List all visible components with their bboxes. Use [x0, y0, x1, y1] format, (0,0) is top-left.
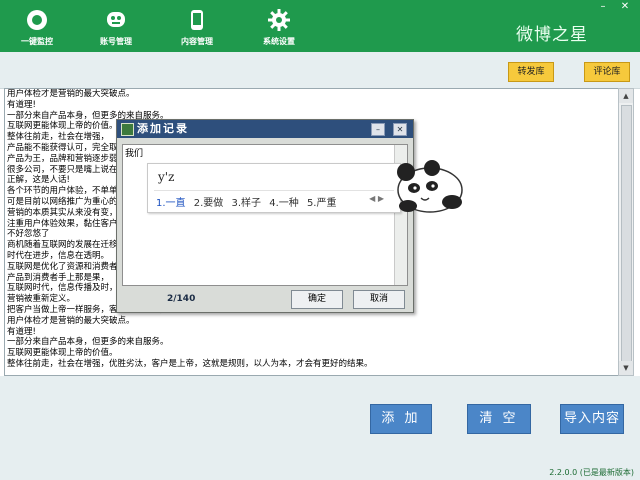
add-record-dialog: 添加记录 – ✕ 我们 2/140 确定 取消: [116, 119, 414, 313]
ime-page-nav[interactable]: ◀ ▶: [369, 194, 384, 203]
toolbar-item-label: 一键監控: [21, 37, 53, 46]
content-line: 用户体检才是营销的最大突破点。: [7, 315, 135, 326]
comment-library-button[interactable]: 评论库: [584, 62, 630, 82]
dialog-minimize-button[interactable]: –: [371, 123, 385, 136]
window-close-button[interactable]: ✕: [618, 2, 632, 12]
content-line: 用户体检才是营销的最大突破点。: [7, 89, 135, 99]
ime-candidate-window: y'z 1.一直 2.要做 3.样子 4.一种 5.严重 ◀ ▶: [147, 163, 401, 213]
panda-ime-skin-icon: [397, 160, 463, 213]
monitor-icon: [27, 10, 47, 30]
robot-account-icon: [107, 12, 125, 27]
toolbar-item-label: 系统设置: [263, 37, 295, 46]
scroll-up-icon[interactable]: ▲: [619, 89, 633, 103]
bottom-panel: [0, 376, 640, 480]
gear-icon: [268, 9, 290, 31]
ime-candidate[interactable]: 5.严重: [307, 198, 337, 209]
dialog-title-bar[interactable]: 添加记录 – ✕: [117, 120, 413, 138]
ime-candidate-list: 1.一直 2.要做 3.样子 4.一种 5.严重: [156, 194, 341, 209]
phone-content-icon: [191, 10, 203, 30]
scroll-down-icon[interactable]: ▼: [619, 361, 633, 375]
clear-button[interactable]: 清 空: [467, 404, 531, 434]
record-input-text: 我们: [125, 149, 144, 159]
window-minimize-button[interactable]: –: [596, 2, 610, 12]
toolbar-item-monitor[interactable]: 一键監控: [6, 4, 68, 48]
dialog-title: 添加记录: [137, 122, 189, 135]
top-toolbar: 一键監控 账号管理 内容管理 系统设置 微博之星 – ✕: [0, 0, 640, 52]
toolbar-item-label: 内容管理: [181, 37, 213, 46]
cancel-button[interactable]: 取消: [353, 290, 405, 309]
app-window-icon: [121, 123, 134, 136]
version-label: 2.2.0.0 (已是最新版本): [549, 468, 634, 477]
toolbar-item-content[interactable]: 内容管理: [166, 4, 228, 48]
toolbar-item-settings[interactable]: 系统设置: [248, 4, 310, 48]
app-brand: 微博之星: [516, 25, 588, 45]
toolbar-item-accounts[interactable]: 账号管理: [85, 4, 147, 48]
content-line: 一部分来自产品本身，但更多的来自服务。: [7, 337, 169, 348]
ime-candidate[interactable]: 1.一直: [156, 198, 186, 209]
ime-candidate[interactable]: 4.一种: [269, 198, 299, 209]
ok-button[interactable]: 确定: [291, 290, 343, 309]
scroll-thumb[interactable]: [621, 105, 632, 365]
import-content-button[interactable]: 导入内容: [560, 404, 624, 434]
add-button[interactable]: 添 加: [370, 404, 432, 434]
toolbar-item-label: 账号管理: [100, 37, 132, 46]
content-scrollbar[interactable]: ▲ ▼: [618, 88, 634, 376]
ime-candidate[interactable]: 2.要做: [194, 198, 224, 209]
content-line: 有道理!: [7, 99, 36, 110]
ime-composition: y'z: [158, 170, 175, 184]
content-line: 有道理!: [7, 326, 36, 337]
ime-candidate[interactable]: 3.样子: [231, 198, 261, 209]
content-line: 互联网更能体现上帝的价值。: [7, 348, 118, 359]
ime-divider: [154, 190, 394, 191]
dialog-close-button[interactable]: ✕: [393, 123, 407, 136]
repost-library-button[interactable]: 转发库: [508, 62, 554, 82]
content-line: 整体往前走，社会在增强，优胜劣汰，客户是上帝，这就是规则，以人为本，才会有更好的…: [7, 358, 373, 369]
char-counter: 2/140: [167, 294, 196, 304]
